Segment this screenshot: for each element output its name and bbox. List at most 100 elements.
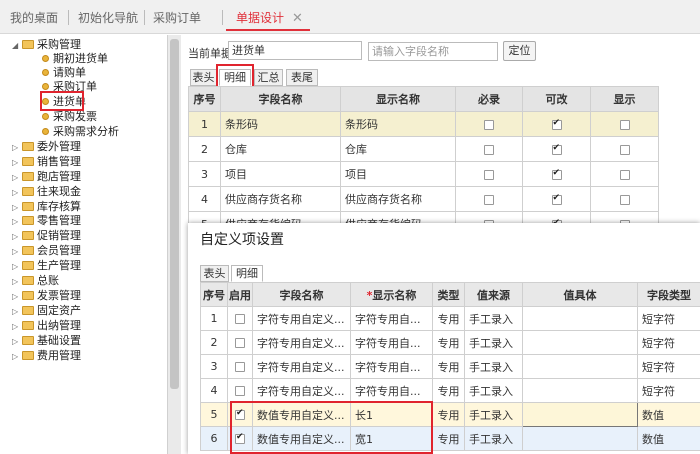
collapsed-triangle-icon[interactable]: ▷	[12, 185, 22, 200]
required-checkbox[interactable]	[484, 144, 494, 155]
cell-field-type[interactable]: 短字符	[637, 378, 700, 403]
cell-source[interactable]: 手工录入	[464, 354, 523, 379]
cell-source[interactable]: 手工录入	[464, 378, 523, 403]
collapsed-triangle-icon[interactable]: ▷	[12, 155, 22, 170]
cell-source[interactable]: 手工录入	[464, 426, 523, 451]
cell-field-type[interactable]: 数值	[637, 426, 700, 451]
enable-checkbox[interactable]	[235, 362, 245, 372]
tree-node[interactable]: ▷ 跑店管理	[12, 169, 81, 184]
tree-node[interactable]: ▷ 零售管理	[12, 213, 81, 228]
tab-doc-design[interactable]: 单据设计 ✕	[236, 8, 303, 28]
tab-init-nav[interactable]: 初始化导航	[78, 8, 138, 28]
expanded-triangle-icon[interactable]: ◢	[12, 38, 22, 53]
tree-leaf[interactable]: 采购需求分析	[42, 124, 119, 139]
required-checkbox[interactable]	[484, 169, 494, 180]
visible-checkbox[interactable]	[619, 144, 630, 155]
collapsed-triangle-icon[interactable]: ▷	[12, 140, 22, 155]
sidebar-scrollbar[interactable]	[167, 35, 181, 454]
cell-display[interactable]: 字符专用自...	[350, 306, 433, 331]
editable-checkbox[interactable]	[551, 168, 562, 180]
collapsed-triangle-icon[interactable]: ▷	[12, 319, 22, 334]
tree-node[interactable]: ▷ 促销管理	[12, 228, 81, 243]
close-icon[interactable]: ✕	[292, 11, 303, 26]
cell-display[interactable]: 项目	[340, 161, 456, 187]
cell-detail[interactable]	[522, 306, 638, 331]
table-row[interactable]: 2 仓库 仓库	[188, 136, 659, 162]
cell-display[interactable]: 仓库	[340, 136, 456, 162]
tree-node[interactable]: ▷ 往来现金	[12, 184, 81, 199]
visible-checkbox[interactable]	[619, 194, 630, 205]
cell-display[interactable]: 条形码	[340, 111, 456, 137]
collapsed-triangle-icon[interactable]: ▷	[12, 244, 22, 259]
tree-node[interactable]: ▷ 总账	[12, 273, 59, 288]
visible-checkbox[interactable]	[619, 119, 630, 130]
tree-leaf[interactable]: 请购单	[42, 65, 86, 80]
enable-checkbox[interactable]	[235, 314, 245, 324]
cell-display[interactable]: 字符专用自...	[350, 354, 433, 379]
current-doc-field[interactable]: 进货单	[228, 41, 362, 60]
table-row[interactable]: 4 供应商存货名称 供应商存货名称	[188, 186, 659, 212]
dialog-tab-header[interactable]: 表头	[200, 265, 229, 282]
enable-checkbox[interactable]	[235, 338, 245, 348]
tree-node[interactable]: ▷ 发票管理	[12, 288, 81, 303]
cell-detail[interactable]	[522, 354, 638, 379]
cell-display[interactable]: 字符专用自...	[350, 378, 433, 403]
collapsed-triangle-icon[interactable]: ▷	[12, 289, 22, 304]
cell-display[interactable]: 供应商存货名称	[340, 186, 456, 212]
cell-field-type[interactable]: 短字符	[637, 330, 700, 355]
collapsed-triangle-icon[interactable]: ▷	[12, 274, 22, 289]
tree-node-purchase[interactable]: ◢ 采购管理	[12, 37, 81, 52]
cell-field-type[interactable]: 短字符	[637, 306, 700, 331]
tree-node[interactable]: ▷ 生产管理	[12, 258, 81, 273]
table-row[interactable]: 3 字符专用自定义... 字符专用自... 专用 手工录入 短字符	[200, 354, 700, 379]
cell-detail[interactable]	[522, 426, 638, 451]
collapsed-triangle-icon[interactable]: ▷	[12, 214, 22, 229]
tree-node[interactable]: ▷ 费用管理	[12, 348, 81, 363]
cell-detail[interactable]	[522, 402, 638, 427]
subtab-summary[interactable]: 汇总	[254, 69, 283, 86]
tree-node[interactable]: ▷ 会员管理	[12, 243, 81, 258]
editable-checkbox[interactable]	[551, 143, 562, 155]
cell-field-type[interactable]: 短字符	[637, 354, 700, 379]
required-checkbox[interactable]	[484, 194, 494, 205]
locate-button[interactable]: 定位	[503, 41, 536, 61]
collapsed-triangle-icon[interactable]: ▷	[12, 349, 22, 364]
field-search-input[interactable]: 请输入字段名称	[368, 42, 498, 61]
table-row[interactable]: 1 条形码 条形码	[188, 111, 659, 137]
visible-checkbox[interactable]	[619, 169, 630, 180]
tree-node[interactable]: ▷ 固定资产	[12, 303, 81, 318]
collapsed-triangle-icon[interactable]: ▷	[12, 259, 22, 274]
cell-source[interactable]: 手工录入	[464, 330, 523, 355]
tree-node[interactable]: ▷ 委外管理	[12, 139, 81, 154]
cell-source[interactable]: 手工录入	[464, 402, 523, 427]
tree-node[interactable]: ▷ 出纳管理	[12, 318, 81, 333]
table-row[interactable]: 4 字符专用自定义... 字符专用自... 专用 手工录入 短字符	[200, 378, 700, 403]
tree-leaf[interactable]: 采购发票	[42, 109, 97, 124]
subtab-header[interactable]: 表头	[190, 69, 217, 86]
table-row[interactable]: 3 项目 项目	[188, 161, 659, 187]
scrollbar-thumb[interactable]	[170, 39, 179, 389]
tab-purchase-order[interactable]: 采购订单	[153, 8, 201, 28]
required-checkbox[interactable]	[484, 119, 494, 130]
tree-node[interactable]: ▷ 销售管理	[12, 154, 81, 169]
dialog-tab-detail[interactable]: 明细	[231, 265, 263, 282]
enable-checkbox[interactable]	[235, 386, 245, 396]
cell-display[interactable]: 字符专用自...	[350, 330, 433, 355]
editable-checkbox[interactable]	[551, 118, 562, 130]
cell-detail[interactable]	[522, 378, 638, 403]
subtab-footer[interactable]: 表尾	[286, 69, 318, 86]
collapsed-triangle-icon[interactable]: ▷	[12, 229, 22, 244]
tab-desktop[interactable]: 我的桌面	[10, 8, 58, 28]
cell-detail[interactable]	[522, 330, 638, 355]
collapsed-triangle-icon[interactable]: ▷	[12, 170, 22, 185]
tree-leaf[interactable]: 期初进货单	[42, 51, 108, 66]
tree-node[interactable]: ▷ 基础设置	[12, 333, 81, 348]
cell-field-type[interactable]: 数值	[637, 402, 700, 427]
editable-checkbox[interactable]	[551, 193, 562, 205]
collapsed-triangle-icon[interactable]: ▷	[12, 304, 22, 319]
collapsed-triangle-icon[interactable]: ▷	[12, 334, 22, 349]
tree-node[interactable]: ▷ 库存核算	[12, 199, 81, 214]
table-row[interactable]: 2 字符专用自定义... 字符专用自... 专用 手工录入 短字符	[200, 330, 700, 355]
cell-source[interactable]: 手工录入	[464, 306, 523, 331]
table-row[interactable]: 1 字符专用自定义... 字符专用自... 专用 手工录入 短字符	[200, 306, 700, 331]
